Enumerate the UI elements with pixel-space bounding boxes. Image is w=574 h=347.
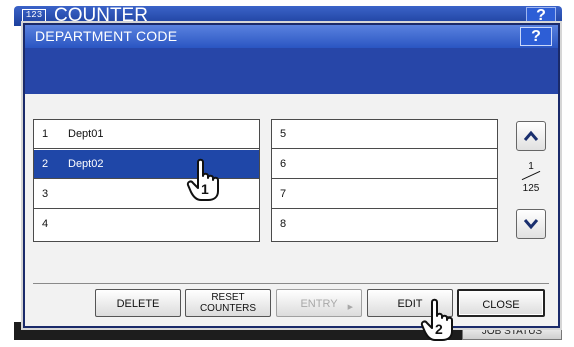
reset-counters-label: RESET COUNTERS <box>186 290 270 314</box>
close-button[interactable]: CLOSE <box>457 289 545 317</box>
page-total: 125 <box>522 183 540 194</box>
dialog-message-band <box>25 48 558 94</box>
department-row[interactable]: 6 <box>272 150 497 179</box>
entry-button[interactable]: ENTRY ▶ <box>276 289 362 317</box>
pointing-hand-icon: 1 <box>186 158 219 201</box>
department-list-area: 1 Dept01 2 Dept02 3 4 5 6 7 8 1 125 <box>33 119 549 279</box>
department-row[interactable]: 7 <box>272 180 497 209</box>
department-row[interactable]: 4 <box>34 210 259 239</box>
dialog-titlebar: DEPARTMENT CODE ? <box>25 25 558 48</box>
page-separator <box>521 170 541 181</box>
reset-line1: RESET <box>211 292 245 303</box>
department-row[interactable]: 3 <box>34 180 259 209</box>
chevron-up-icon <box>523 130 539 141</box>
counter-badge-icon: 123 <box>22 9 46 22</box>
chevron-down-icon <box>523 219 539 230</box>
dialog-title: DEPARTMENT CODE <box>35 28 178 44</box>
dialog-help-button[interactable]: ? <box>520 27 552 46</box>
reset-counters-button[interactable]: RESET COUNTERS <box>185 289 271 317</box>
department-list-right: 5 6 7 8 <box>271 119 498 242</box>
callout-number: 2 <box>435 321 443 337</box>
department-list-left: 1 Dept01 2 Dept02 3 4 <box>33 119 260 242</box>
scroll-up-button[interactable] <box>516 121 546 151</box>
pointing-hand-icon: 2 <box>420 298 453 341</box>
close-button-label: CLOSE <box>482 299 520 311</box>
department-number: 7 <box>280 188 287 200</box>
play-arrow-icon: ▶ <box>347 304 353 311</box>
department-number: 8 <box>280 218 287 230</box>
department-row[interactable]: 5 <box>272 120 497 149</box>
delete-button-label: DELETE <box>116 298 160 310</box>
callout-number: 1 <box>201 181 209 197</box>
scroll-down-button[interactable] <box>516 209 546 239</box>
page-current: 1 <box>528 161 534 172</box>
department-code-dialog: DEPARTMENT CODE ? 1 Dept01 2 Dept02 3 4 … <box>23 23 560 328</box>
department-number: 1 <box>42 128 49 140</box>
department-number: 2 <box>42 158 49 170</box>
screen: 123 COUNTER ? JOB STATUS DEPARTMENT CODE… <box>0 0 574 347</box>
department-name: Dept01 <box>68 128 104 140</box>
delete-button[interactable]: DELETE <box>95 289 181 317</box>
department-row[interactable]: 8 <box>272 210 497 239</box>
department-row[interactable]: 1 Dept01 <box>34 120 259 149</box>
button-divider <box>33 283 549 284</box>
reset-line2: COUNTERS <box>199 303 257 314</box>
department-number: 5 <box>280 128 287 140</box>
department-number: 3 <box>42 188 49 200</box>
department-name: Dept02 <box>68 158 104 170</box>
department-number: 4 <box>42 218 49 230</box>
department-number: 6 <box>280 158 287 170</box>
department-row-selected[interactable]: 2 Dept02 <box>34 150 259 179</box>
